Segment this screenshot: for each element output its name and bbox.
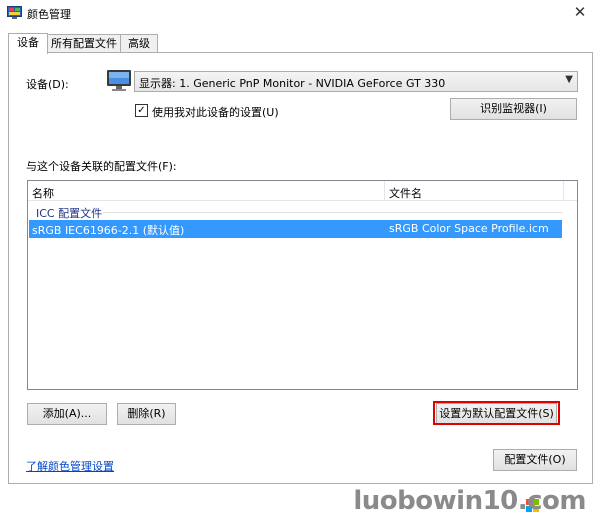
device-label: 设备(D): [26,78,69,91]
device-select-value: 显示器: 1. Generic PnP Monitor - NVIDIA GeF… [139,77,446,90]
use-settings-label: 使用我对此设备的设置(U) [152,106,279,119]
profile-name: sRGB IEC61966-2.1 (默认值) [32,224,185,237]
use-settings-checkbox[interactable]: ✓ [135,104,148,117]
tab-all-profiles[interactable]: 所有配置文件 [47,34,121,53]
monitor-icon [107,70,131,91]
column-divider[interactable] [384,181,385,201]
profiles-label: 与这个设备关联的配置文件(F): [26,160,177,173]
remove-button[interactable]: 删除(R) [117,403,176,425]
highlight-box [433,401,560,425]
list-item[interactable]: sRGB IEC61966-2.1 (默认值) sRGB Color Space… [29,220,562,238]
title-bar: 颜色管理 ✕ [0,0,600,26]
column-divider[interactable] [563,181,564,201]
color-management-icon [7,6,22,19]
window-title: 颜色管理 [27,8,71,21]
add-button[interactable]: 添加(A)... [27,403,107,425]
tab-advanced[interactable]: 高级 [120,34,158,53]
profiles-list[interactable]: 名称 文件名 ICC 配置文件 sRGB IEC61966-2.1 (默认值) … [27,180,578,390]
column-header-filename[interactable]: 文件名 [389,185,422,201]
device-select[interactable]: 显示器: 1. Generic PnP Monitor - NVIDIA GeF… [134,71,578,92]
chevron-down-icon: ▼ [565,74,573,85]
tab-device[interactable]: 设备 [8,33,48,54]
watermark: luobowin10.com [353,486,586,516]
identify-monitor-button[interactable]: 识别监视器(I) [450,98,577,120]
group-header: ICC 配置文件 [36,207,103,220]
profile-filename: sRGB Color Space Profile.icm [389,222,549,235]
list-header: 名称 文件名 [28,181,577,201]
group-divider [103,212,563,213]
column-header-name[interactable]: 名称 [32,185,54,201]
close-button[interactable]: ✕ [560,0,600,26]
profiles-button[interactable]: 配置文件(O) [493,449,577,471]
learn-more-link[interactable]: 了解颜色管理设置 [26,458,114,474]
